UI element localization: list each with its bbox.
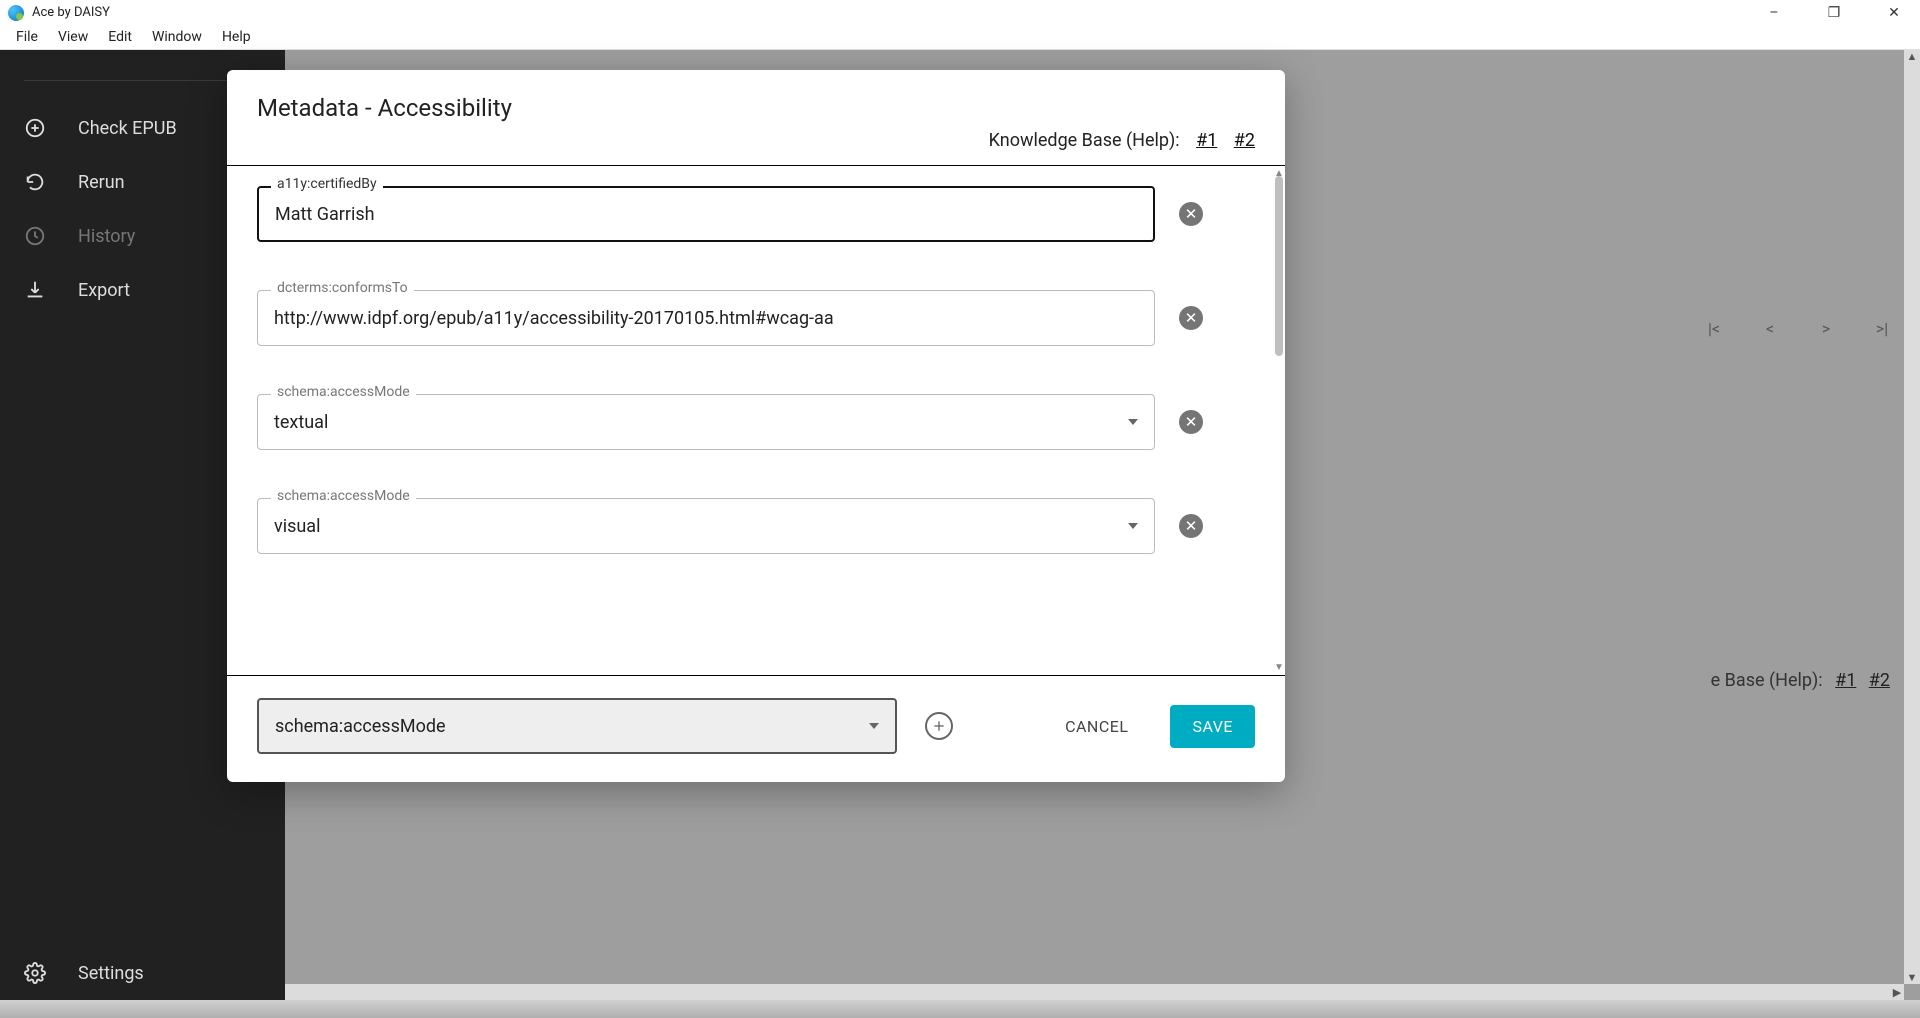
- minimize-icon[interactable]: –: [1756, 5, 1792, 21]
- conformsto-input[interactable]: [257, 290, 1155, 346]
- page-prev-icon[interactable]: <: [1752, 310, 1788, 346]
- vertical-scrollbar[interactable]: ▲ ▼: [1904, 50, 1920, 984]
- select-value: visual: [274, 516, 320, 537]
- window-controls: – ❐ ✕: [1756, 5, 1912, 21]
- menu-help[interactable]: Help: [212, 27, 261, 47]
- add-metadata-select[interactable]: schema:accessMode: [257, 698, 897, 754]
- dialog-scrollbar[interactable]: ▲ ▼: [1273, 174, 1285, 667]
- delete-field-button[interactable]: ✕: [1179, 514, 1203, 538]
- chevron-down-icon: [1128, 419, 1138, 425]
- delete-field-button[interactable]: ✕: [1179, 306, 1203, 330]
- close-icon[interactable]: ✕: [1876, 5, 1912, 21]
- field-label: a11y:certifiedBy: [271, 176, 383, 192]
- page-next-icon[interactable]: >: [1808, 310, 1844, 346]
- select-value: textual: [274, 412, 328, 433]
- dialog-body: a11y:certifiedBy ✕ dcterms:conformsTo ✕: [227, 166, 1285, 675]
- field-row-accessmode-1: schema:accessMode textual ✕: [257, 394, 1259, 450]
- titlebar: Ace by DAISY – ❐ ✕: [0, 0, 1920, 25]
- taskbar: [0, 1000, 1920, 1018]
- dialog-title: Metadata - Accessibility: [257, 94, 1255, 122]
- menu-window[interactable]: Window: [142, 27, 212, 47]
- kb-help-link-1[interactable]: #1: [1196, 130, 1217, 151]
- select-value: schema:accessMode: [275, 716, 446, 737]
- sidebar-item-settings[interactable]: Settings: [0, 946, 285, 1000]
- sidebar-item-label: Rerun: [78, 172, 125, 193]
- field-conformsto: dcterms:conformsTo: [257, 290, 1155, 346]
- maximize-icon[interactable]: ❐: [1816, 5, 1852, 21]
- field-row-certifiedby: a11y:certifiedBy ✕: [257, 186, 1259, 242]
- close-x-icon: ✕: [1185, 309, 1198, 327]
- download-icon: [24, 279, 46, 301]
- chevron-down-icon: [869, 723, 879, 729]
- dialog-scroll-area[interactable]: a11y:certifiedBy ✕ dcterms:conformsTo ✕: [257, 166, 1269, 675]
- gear-icon: [24, 962, 46, 984]
- page-last-icon[interactable]: >|: [1864, 310, 1900, 346]
- kb-help-background: e Base (Help): #1 #2: [1711, 670, 1890, 691]
- kb-bg-link-2[interactable]: #2: [1869, 670, 1890, 691]
- field-accessmode-1: schema:accessMode textual: [257, 394, 1155, 450]
- certifiedby-input[interactable]: [257, 186, 1155, 242]
- page-first-icon[interactable]: |<: [1696, 310, 1732, 346]
- accessmode-select-1[interactable]: textual: [257, 394, 1155, 450]
- sidebar-item-label: Check EPUB: [78, 118, 177, 139]
- app-icon: [8, 5, 24, 21]
- field-label: schema:accessMode: [271, 384, 416, 400]
- menu-view[interactable]: View: [48, 27, 98, 47]
- cancel-button[interactable]: CANCEL: [1051, 707, 1142, 746]
- scroll-down-icon[interactable]: ▼: [1273, 662, 1285, 673]
- sidebar-item-label: Settings: [78, 963, 144, 984]
- plus-circle-icon: [24, 117, 46, 139]
- accessmode-select-2[interactable]: visual: [257, 498, 1155, 554]
- horizontal-scrollbar[interactable]: ▶: [285, 984, 1904, 1000]
- refresh-icon: [24, 171, 46, 193]
- sidebar-item-label: Export: [78, 280, 130, 301]
- kb-help-link-2[interactable]: #2: [1234, 130, 1255, 151]
- dialog-footer: schema:accessMode CANCEL SAVE: [227, 675, 1285, 782]
- save-button[interactable]: SAVE: [1170, 705, 1255, 748]
- field-accessmode-2: schema:accessMode visual: [257, 498, 1155, 554]
- close-x-icon: ✕: [1185, 413, 1198, 431]
- scrollbar-thumb[interactable]: [1275, 176, 1283, 356]
- field-row-conformsto: dcterms:conformsTo ✕: [257, 290, 1259, 346]
- menu-file[interactable]: File: [6, 27, 48, 47]
- kb-help: Knowledge Base (Help): #1 #2: [257, 130, 1255, 151]
- history-icon: [24, 225, 46, 247]
- kb-bg-label: e Base (Help):: [1711, 670, 1823, 691]
- scroll-right-icon[interactable]: ▶: [1890, 986, 1904, 999]
- kb-help-label: Knowledge Base (Help):: [989, 130, 1180, 151]
- scroll-up-icon[interactable]: ▲: [1904, 50, 1920, 63]
- app-title: Ace by DAISY: [32, 5, 110, 20]
- close-x-icon: ✕: [1185, 205, 1198, 223]
- delete-field-button[interactable]: ✕: [1179, 410, 1203, 434]
- pagination: |< < > >|: [1696, 310, 1900, 346]
- menu-edit[interactable]: Edit: [98, 27, 142, 47]
- sidebar-divider: [24, 80, 261, 81]
- chevron-down-icon: [1128, 523, 1138, 529]
- field-label: schema:accessMode: [271, 488, 416, 504]
- plus-icon: [931, 718, 947, 734]
- menubar: File View Edit Window Help: [0, 25, 1920, 50]
- metadata-accessibility-dialog: Metadata - Accessibility Knowledge Base …: [227, 70, 1285, 782]
- dialog-header: Metadata - Accessibility Knowledge Base …: [227, 70, 1285, 165]
- delete-field-button[interactable]: ✕: [1179, 202, 1203, 226]
- field-label: dcterms:conformsTo: [271, 280, 414, 296]
- add-metadata-button[interactable]: [925, 712, 953, 740]
- close-x-icon: ✕: [1185, 517, 1198, 535]
- scroll-down-icon[interactable]: ▼: [1904, 971, 1920, 984]
- field-certifiedby: a11y:certifiedBy: [257, 186, 1155, 242]
- sidebar-item-label: History: [78, 226, 135, 247]
- kb-bg-link-1[interactable]: #1: [1835, 670, 1856, 691]
- field-row-accessmode-2: schema:accessMode visual ✕: [257, 498, 1259, 554]
